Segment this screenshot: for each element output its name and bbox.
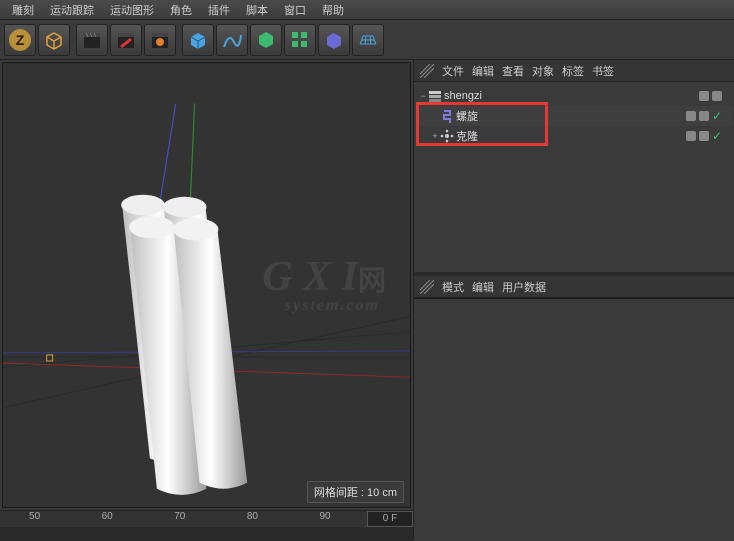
render-dot[interactable]: [699, 131, 709, 141]
object-name[interactable]: 克隆: [454, 128, 534, 144]
tool-cube-wire[interactable]: [38, 24, 70, 56]
attrpanel-tab[interactable]: 编辑: [472, 279, 494, 295]
timeline-track[interactable]: 50 60 70 80 90: [0, 511, 363, 527]
axis-handle[interactable]: [47, 355, 53, 361]
object-manager-menu: 文件 编辑 查看 对象 标签 书签: [414, 60, 734, 82]
menu-item[interactable]: 运动图形: [102, 0, 162, 20]
menu-bar: 雕刻 运动跟踪 运动图形 角色 插件 脚本 窗口 帮助: [0, 0, 734, 20]
viewport-grid-label: 网格间距 : 10 cm: [307, 481, 404, 503]
tool-deformer[interactable]: [318, 24, 350, 56]
attribute-panel-body: [414, 298, 734, 540]
powerslider[interactable]: [0, 527, 413, 541]
tree-row-shengzi[interactable]: − shengzi: [416, 86, 732, 106]
object-tree[interactable]: − shengzi 螺旋 ✓ +: [414, 82, 734, 272]
expand-toggle[interactable]: −: [418, 91, 428, 101]
attribute-manager-menu: 模式 编辑 用户数据: [414, 276, 734, 298]
tool-primitive-cube[interactable]: [182, 24, 214, 56]
objpanel-tab[interactable]: 查看: [502, 63, 524, 79]
menu-item[interactable]: 插件: [200, 0, 238, 20]
objpanel-tab[interactable]: 编辑: [472, 63, 494, 79]
svg-text:Z: Z: [16, 32, 25, 48]
attrpanel-tab[interactable]: 用户数据: [502, 279, 546, 295]
objpanel-tab[interactable]: 标签: [562, 63, 584, 79]
menu-item[interactable]: 角色: [162, 0, 200, 20]
tool-clapper-orange[interactable]: [144, 24, 176, 56]
visibility-dot[interactable]: [699, 91, 709, 101]
objpanel-tab[interactable]: 文件: [442, 63, 464, 79]
panel-hatch-icon: [420, 280, 434, 294]
timeline-area: 50 60 70 80 90 0 F: [0, 510, 413, 540]
enable-check-icon[interactable]: ✓: [712, 130, 722, 142]
menu-item[interactable]: 脚本: [238, 0, 276, 20]
menu-item[interactable]: 雕刻: [4, 0, 42, 20]
expand-toggle[interactable]: +: [430, 131, 440, 141]
visibility-dot[interactable]: [686, 131, 696, 141]
menu-item[interactable]: 窗口: [276, 0, 314, 20]
objpanel-tab[interactable]: 对象: [532, 63, 554, 79]
visibility-dot[interactable]: [686, 111, 696, 121]
menu-item[interactable]: 帮助: [314, 0, 352, 20]
tool-clapper-red[interactable]: [110, 24, 142, 56]
objpanel-tab[interactable]: 书签: [592, 63, 614, 79]
tool-array[interactable]: [284, 24, 316, 56]
tool-generator[interactable]: [250, 24, 282, 56]
enable-check-icon[interactable]: ✓: [712, 110, 722, 122]
menu-item[interactable]: 运动跟踪: [42, 0, 102, 20]
object-name[interactable]: shengzi: [442, 90, 522, 102]
tree-row-cloner[interactable]: + 克隆 ✓: [416, 126, 732, 146]
helix-icon: [440, 109, 454, 123]
layer-icon: [428, 89, 442, 103]
tool-floor[interactable]: [352, 24, 384, 56]
tool-spline[interactable]: [216, 24, 248, 56]
main-toolbar: Z: [0, 20, 734, 60]
tree-row-helix[interactable]: 螺旋 ✓: [416, 106, 732, 126]
viewport-3d[interactable]: G X I网 system.com 网格间距 : 10 cm: [2, 62, 411, 508]
render-dot[interactable]: [699, 111, 709, 121]
frame-counter[interactable]: 0 F: [367, 511, 413, 527]
object-name[interactable]: 螺旋: [454, 108, 534, 124]
cloner-icon: [440, 129, 454, 143]
cylinder-group[interactable]: [121, 195, 247, 495]
tool-clapper-dark[interactable]: [76, 24, 108, 56]
attrpanel-tab[interactable]: 模式: [442, 279, 464, 295]
render-dot[interactable]: [712, 91, 722, 101]
tool-gold-z[interactable]: Z: [4, 24, 36, 56]
panel-hatch-icon: [420, 64, 434, 78]
